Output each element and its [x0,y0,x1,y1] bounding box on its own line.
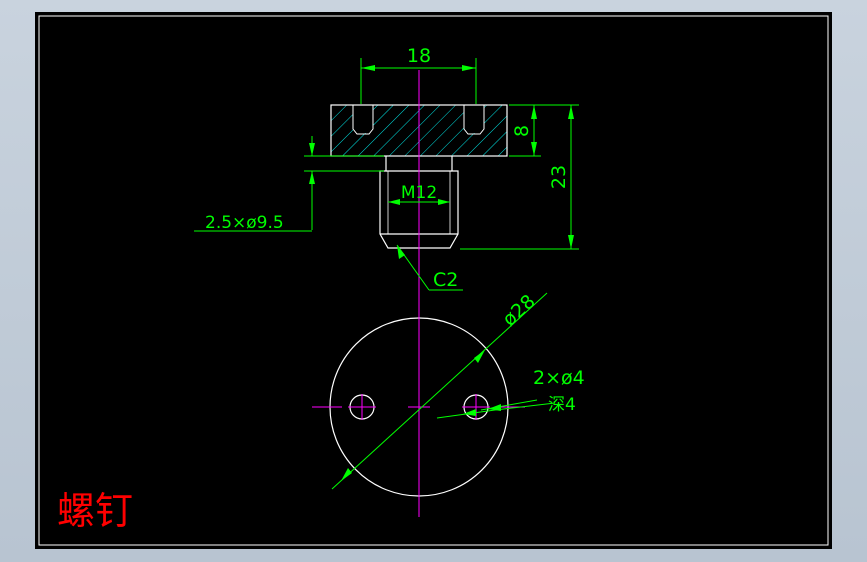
dim-hole-depth: 深4 [548,395,576,415]
left-hole-cut [353,105,373,133]
top-view [312,294,525,517]
cad-drawing: 18 8 23 M12 2.5×ø9.5 C2 ø28 2×ø4 深4 螺钉 [38,15,829,546]
dim-width-top: 18 [407,45,431,67]
dim-height-total: 23 [548,165,570,189]
drawing-frame: 18 8 23 M12 2.5×ø9.5 C2 ø28 2×ø4 深4 螺钉 [35,12,832,549]
front-dimensions [194,58,579,291]
dim-groove: 2.5×ø9.5 [205,213,284,233]
top-centerlines [312,294,525,517]
dim-height-head: 8 [511,125,533,137]
dim-thread: M12 [401,183,437,203]
dim-diameter: ø28 [498,290,539,330]
dim-holes: 2×ø4 [533,367,585,389]
drawing-title: 螺钉 [57,489,133,533]
dim-chamfer: C2 [433,269,458,291]
right-hole-cut [464,105,484,133]
front-view [330,70,508,294]
